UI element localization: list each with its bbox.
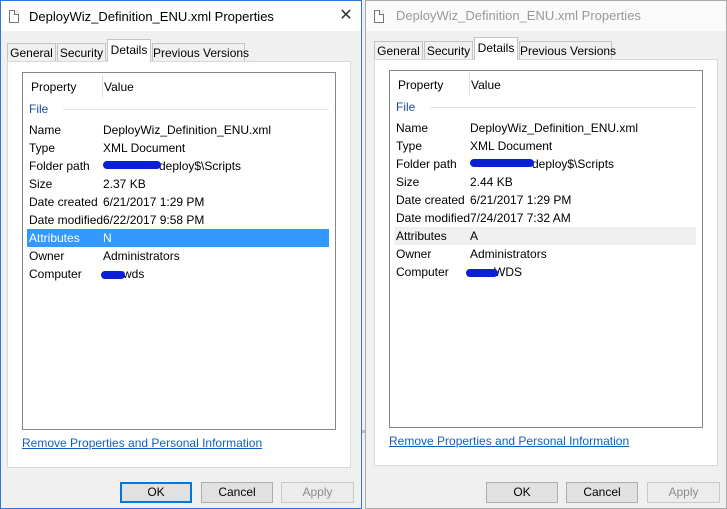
property-list[interactable]: Property Value File Name DeployWiz_Defini… (389, 70, 703, 428)
row-key: Name (396, 121, 429, 135)
list-row-folder-path[interactable]: Folder path deploy$\Scripts (394, 155, 696, 173)
document-icon (9, 10, 19, 23)
column-divider[interactable] (469, 73, 470, 95)
tab-security[interactable]: Security (424, 41, 473, 59)
column-header-property[interactable]: Property (398, 78, 443, 92)
redaction-mark (101, 271, 125, 279)
details-panel: Property Value File Name DeployWiz_Defini… (374, 59, 718, 466)
column-divider[interactable] (102, 75, 103, 97)
row-key: Folder path (396, 157, 457, 171)
list-row-folder-path[interactable]: Folder path deploy$\Scripts (27, 157, 329, 175)
list-row-computer[interactable]: Computer wds (27, 265, 329, 283)
row-value: 2.37 KB (103, 177, 146, 191)
row-value: A (470, 229, 479, 243)
property-list[interactable]: Property Value File Name DeployWiz_Defini… (22, 72, 336, 430)
row-key: Size (29, 177, 53, 191)
row-value: 6/22/2017 9:58 PM (103, 213, 205, 227)
row-value: Administrators (470, 247, 547, 261)
row-value: WDS (494, 265, 522, 279)
list-row-date-modified[interactable]: Date modified 7/24/2017 7:32 AM (394, 209, 696, 227)
group-file: File (29, 102, 49, 116)
ok-button[interactable]: OK (486, 482, 558, 503)
row-key: Computer (29, 267, 82, 281)
cancel-button[interactable]: Cancel (201, 482, 273, 503)
row-key: Computer (396, 265, 449, 279)
row-key: Attributes (29, 231, 80, 245)
list-row-size[interactable]: Size 2.44 KB (394, 173, 696, 191)
row-key: Type (396, 139, 423, 153)
row-value: 2.44 KB (470, 175, 513, 189)
list-header: Property Value (390, 71, 702, 97)
tab-previous-versions[interactable]: Previous Versions (519, 41, 616, 59)
list-row-date-modified[interactable]: Date modified 6/22/2017 9:58 PM (27, 211, 329, 229)
list-row-date-created[interactable]: Date created 6/21/2017 1:29 PM (394, 191, 696, 209)
row-value: 6/21/2017 1:29 PM (470, 193, 572, 207)
row-key: Date modified (396, 211, 471, 225)
tab-previous-versions[interactable]: Previous Versions (152, 43, 249, 61)
row-key: Attributes (396, 229, 447, 243)
row-key: Size (396, 175, 420, 189)
ok-button[interactable]: OK (120, 482, 192, 503)
redaction-mark (470, 159, 534, 167)
title-bar[interactable]: DeployWiz_Definition_ENU.xml Properties (366, 1, 726, 31)
tab-general[interactable]: General (374, 41, 423, 59)
cancel-button[interactable]: Cancel (566, 482, 638, 503)
row-value: deploy$\Scripts (159, 159, 242, 173)
group-file: File (396, 100, 416, 114)
row-value: deploy$\Scripts (532, 157, 615, 171)
list-row-name[interactable]: Name DeployWiz_Definition_ENU.xml (394, 119, 696, 137)
row-value: wds (123, 267, 145, 281)
title-bar[interactable]: DeployWiz_Definition_ENU.xml Properties … (1, 1, 361, 31)
document-icon (374, 10, 384, 23)
list-row-owner[interactable]: Owner Administrators (394, 245, 696, 263)
tab-security[interactable]: Security (57, 43, 106, 61)
row-value: 6/21/2017 1:29 PM (103, 195, 205, 209)
row-key: Date modified (29, 213, 104, 227)
list-row-size[interactable]: Size 2.37 KB (27, 175, 329, 193)
row-key: Owner (29, 249, 65, 263)
list-row-computer[interactable]: Computer WDS (394, 263, 696, 281)
row-key: Date created (29, 195, 98, 209)
group-divider (430, 107, 696, 108)
row-value: 7/24/2017 7:32 AM (470, 211, 571, 225)
column-header-value[interactable]: Value (104, 80, 134, 94)
list-row-type[interactable]: Type XML Document (394, 137, 696, 155)
row-value: XML Document (103, 141, 186, 155)
row-value: DeployWiz_Definition_ENU.xml (103, 123, 272, 137)
tab-details[interactable]: Details (474, 37, 518, 60)
remove-properties-link[interactable]: Remove Properties and Personal Informati… (389, 434, 629, 448)
list-row-name[interactable]: Name DeployWiz_Definition_ENU.xml (27, 121, 329, 139)
list-header: Property Value (23, 73, 335, 99)
row-value: DeployWiz_Definition_ENU.xml (470, 121, 639, 135)
row-value: Administrators (103, 249, 180, 263)
list-row-date-created[interactable]: Date created 6/21/2017 1:29 PM (27, 193, 329, 211)
properties-window-right: DeployWiz_Definition_ENU.xml Properties … (365, 0, 727, 509)
redaction-mark (103, 161, 161, 169)
column-header-property[interactable]: Property (31, 80, 76, 94)
group-divider (63, 109, 329, 110)
window-title: DeployWiz_Definition_ENU.xml Properties (29, 9, 274, 24)
redaction-mark (466, 269, 498, 277)
tab-general[interactable]: General (7, 43, 56, 61)
list-row-type[interactable]: Type XML Document (27, 139, 329, 157)
row-key: Name (29, 123, 62, 137)
properties-window-left: DeployWiz_Definition_ENU.xml Properties … (0, 0, 362, 509)
tab-details[interactable]: Details (107, 39, 151, 62)
row-value: N (103, 231, 112, 245)
row-key: Type (29, 141, 56, 155)
apply-button[interactable]: Apply (647, 482, 720, 503)
remove-properties-link[interactable]: Remove Properties and Personal Informati… (22, 436, 262, 450)
details-panel: Property Value File Name DeployWiz_Defini… (7, 61, 351, 468)
column-header-value[interactable]: Value (471, 78, 501, 92)
row-key: Date created (396, 193, 465, 207)
list-row-attributes[interactable]: Attributes A (394, 227, 696, 245)
apply-button[interactable]: Apply (281, 482, 354, 503)
row-key: Owner (396, 247, 432, 261)
row-key: Folder path (29, 159, 90, 173)
list-row-attributes[interactable]: Attributes N (27, 229, 329, 247)
window-title: DeployWiz_Definition_ENU.xml Properties (396, 8, 641, 23)
list-row-owner[interactable]: Owner Administrators (27, 247, 329, 265)
close-button[interactable]: ✕ (331, 1, 361, 31)
row-value: XML Document (470, 139, 553, 153)
